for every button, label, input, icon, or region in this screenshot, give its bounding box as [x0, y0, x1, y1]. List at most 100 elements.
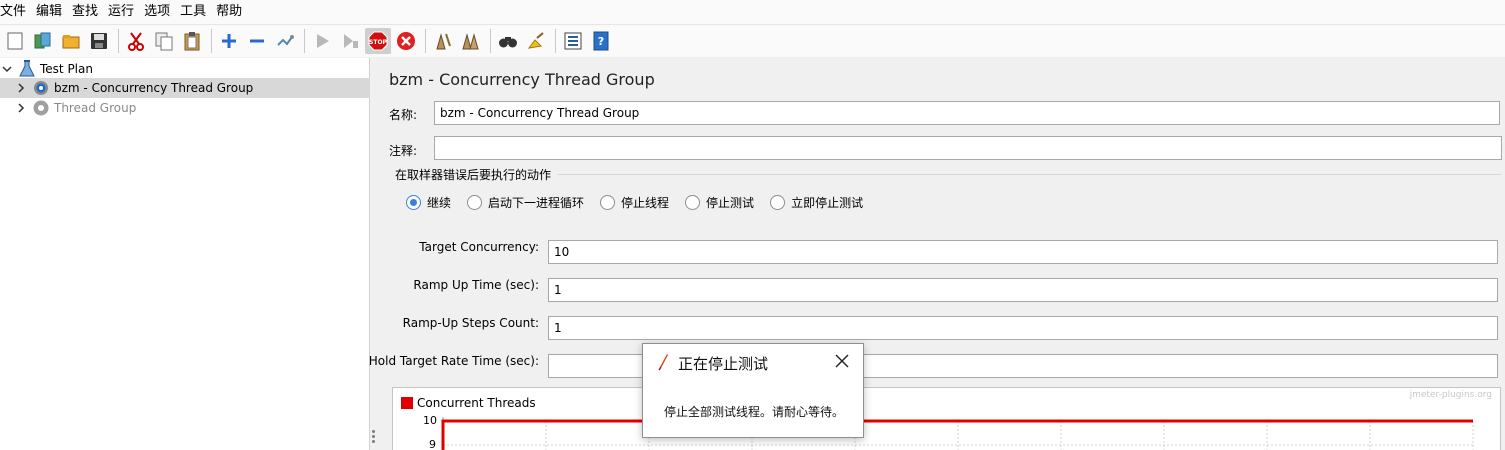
new-button[interactable]: [2, 28, 28, 54]
expanded-arrow-icon[interactable]: [0, 62, 14, 76]
paste-button[interactable]: [179, 28, 205, 54]
start-icon: [317, 34, 329, 48]
start-no-pause-icon: [344, 34, 358, 48]
function-helper-button[interactable]: [560, 28, 586, 54]
toolbar-separator: [490, 29, 491, 53]
clear-button[interactable]: [430, 28, 456, 54]
start-no-pause-button[interactable]: [337, 28, 363, 54]
comment-label: 注释:: [389, 144, 418, 158]
open-icon: [62, 35, 80, 49]
radio-label: 继续: [427, 196, 452, 210]
dialog-message: 停止全部测试线程。请耐心等待。: [664, 405, 845, 419]
toolbar-separator: [425, 29, 426, 53]
help-icon: ?: [593, 31, 609, 51]
menu-help[interactable]: 帮助: [216, 0, 247, 24]
menu-search[interactable]: 查找: [72, 0, 103, 24]
radio-checked-icon: [406, 195, 421, 210]
gear-icon: [32, 79, 50, 97]
collapsed-arrow-icon[interactable]: [14, 101, 28, 115]
copy-button[interactable]: [151, 28, 177, 54]
toolbar-separator: [304, 29, 305, 53]
target-concurrency-field[interactable]: [548, 240, 1498, 264]
radio-unchecked-icon: [467, 195, 483, 210]
ramp-up-label: Ramp Up Time (sec):: [413, 278, 539, 292]
close-icon[interactable]: [834, 353, 850, 369]
cut-icon: [128, 32, 144, 51]
open-button[interactable]: [58, 28, 84, 54]
reset-search-button[interactable]: [523, 28, 549, 54]
svg-text:STOP: STOP: [369, 39, 388, 46]
ramp-steps-label: Ramp-Up Steps Count:: [402, 316, 539, 330]
concurrency-chart: Concurrent Threads jmeter-plugins.org 10…: [392, 387, 1501, 450]
search-icon: [499, 37, 517, 48]
name-field[interactable]: [434, 101, 1500, 125]
clear-all-button[interactable]: [458, 28, 484, 54]
radio-stop-test[interactable]: 停止测试: [685, 194, 754, 211]
error-action-group: 继续 启动下一进程循环 停止线程 停止测试 立即停止测试: [406, 194, 879, 211]
add-icon: [222, 34, 236, 48]
clear-all-icon: [462, 33, 479, 50]
radio-stop-test-now[interactable]: 立即停止测试: [770, 194, 863, 211]
start-button[interactable]: [309, 28, 335, 54]
paste-icon: [184, 32, 200, 51]
gear-icon: [32, 99, 50, 117]
hold-time-label: Hold Target Rate Time (sec):: [368, 354, 539, 368]
templates-icon: [34, 32, 51, 49]
search-button[interactable]: [495, 28, 521, 54]
panel-title: bzm - Concurrency Thread Group: [389, 70, 655, 89]
menu-options[interactable]: 选项: [144, 0, 175, 24]
comment-field[interactable]: [434, 136, 1502, 160]
toggle-icon: [277, 35, 294, 46]
menu-file[interactable]: 文件: [0, 0, 31, 24]
name-label: 名称:: [389, 108, 418, 122]
stop-icon: STOP: [368, 31, 388, 51]
tree-item-label: Thread Group: [54, 101, 137, 115]
dialog-title: 正在停止测试: [678, 355, 769, 373]
stopping-test-dialog: 正在停止测试 停止全部测试线程。请耐心等待。: [642, 343, 864, 438]
radio-label: 立即停止测试: [791, 196, 864, 210]
help-button[interactable]: ?: [588, 28, 614, 54]
splitter-handle[interactable]: [370, 58, 378, 450]
menu-edit[interactable]: 编辑: [36, 0, 67, 24]
tree-item-concurrency-thread-group[interactable]: bzm - Concurrency Thread Group: [0, 78, 370, 98]
tree-item-label: Test Plan: [40, 62, 93, 76]
toolbar-separator: [211, 29, 212, 53]
test-plan-tree: Test Plan bzm - Concurrency Thread Group…: [0, 58, 370, 450]
radio-unchecked-icon: [770, 195, 786, 210]
section-divider: [558, 174, 1501, 175]
grip-dot: [372, 435, 375, 438]
save-button[interactable]: [86, 28, 112, 54]
stop-button[interactable]: STOP: [365, 28, 391, 54]
radio-label: 停止测试: [706, 196, 755, 210]
function-helper-icon: [564, 32, 582, 50]
collapsed-arrow-icon[interactable]: [14, 81, 28, 95]
ramp-steps-field[interactable]: [548, 316, 1498, 340]
toggle-button[interactable]: [272, 28, 298, 54]
toolbar-separator: [118, 29, 119, 53]
chart-plot-area: [441, 417, 1474, 450]
templates-button[interactable]: [30, 28, 56, 54]
menu-run[interactable]: 运行: [108, 0, 139, 24]
radio-stop-thread[interactable]: 停止线程: [600, 194, 669, 211]
tree-item-thread-group[interactable]: Thread Group: [0, 98, 370, 118]
toolbar-separator: [555, 29, 556, 53]
radio-unchecked-icon: [600, 195, 616, 210]
add-button[interactable]: [216, 28, 242, 54]
shutdown-icon: [397, 32, 415, 50]
radio-continue[interactable]: 继续: [406, 194, 451, 211]
radio-label: 停止线程: [621, 196, 670, 210]
radio-label: 启动下一进程循环: [488, 196, 585, 210]
cut-button[interactable]: [123, 28, 149, 54]
menu-bar: 文件 编辑 查找 运行 选项 工具 帮助: [0, 0, 1505, 24]
shutdown-button[interactable]: [393, 28, 419, 54]
remove-button[interactable]: [244, 28, 270, 54]
ramp-up-field[interactable]: [548, 278, 1498, 302]
svg-text:?: ?: [598, 35, 604, 48]
toolbar: STOP ?: [0, 24, 1505, 57]
tree-item-label: bzm - Concurrency Thread Group: [54, 81, 254, 95]
menu-tools[interactable]: 工具: [180, 0, 211, 24]
tree-item-test-plan[interactable]: Test Plan: [0, 59, 370, 79]
reset-search-icon: [527, 32, 544, 49]
radio-start-next-loop[interactable]: 启动下一进程循环: [467, 194, 584, 211]
copy-icon: [155, 32, 173, 51]
